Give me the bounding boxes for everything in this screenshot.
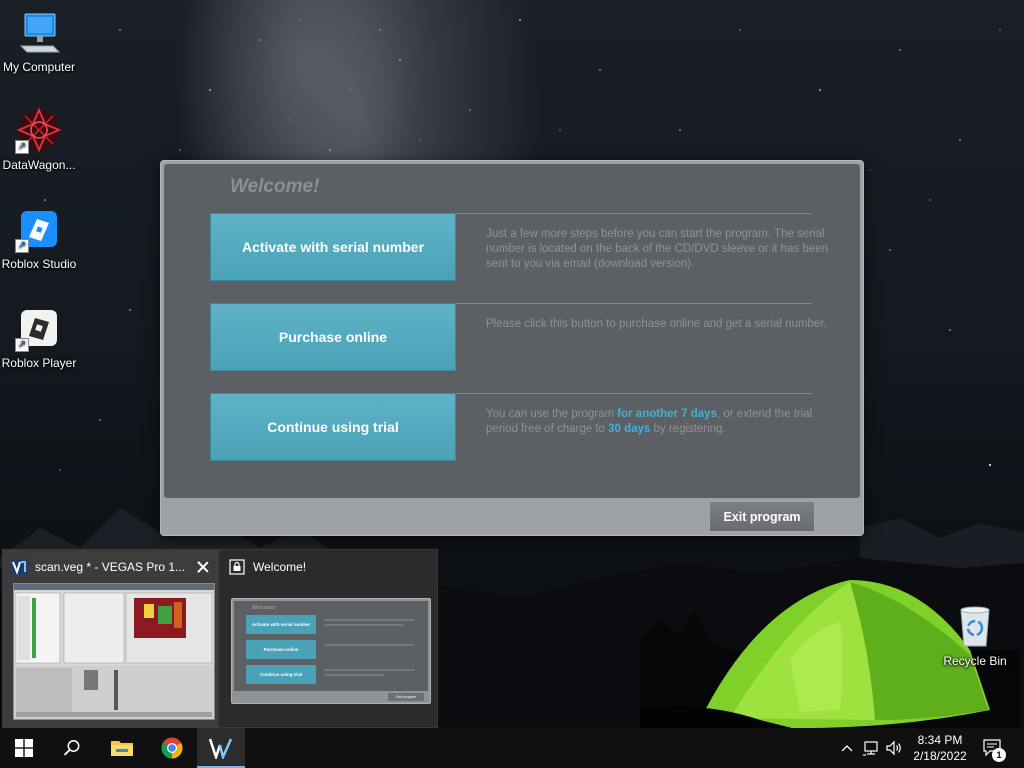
exit-program-button[interactable]: Exit program <box>709 501 815 532</box>
dialog-content-area: Welcome! Activate with serial number Jus… <box>164 164 860 498</box>
roblox-studio-icon: ↗ <box>15 205 63 253</box>
option-row-activate: Activate with serial number Just a few m… <box>210 213 828 281</box>
show-hidden-icons-button[interactable] <box>838 728 856 768</box>
action-center-button[interactable]: 1 <box>978 728 1008 768</box>
desktop-icon-label: Roblox Player <box>1 356 77 370</box>
search-icon <box>63 740 80 756</box>
taskbar: 8:34 PM 2/18/2022 1 <box>0 728 1024 768</box>
preview-trial-button: Continue using trial <box>246 665 316 684</box>
preview-purchase-button: Purchase online <box>246 640 316 659</box>
welcome-dialog: Welcome! Activate with serial number Jus… <box>160 160 864 536</box>
vegas-window-preview <box>13 583 215 720</box>
activate-description: Just a few more steps before you can sta… <box>486 228 828 270</box>
preview-text-line <box>324 619 414 621</box>
chrome-button[interactable] <box>148 728 196 768</box>
purchase-online-button[interactable]: Purchase online <box>210 303 456 371</box>
preview-title: Welcome! <box>252 605 276 611</box>
thumbnail-title: scan.veg * - VEGAS Pro 1... <box>35 560 186 574</box>
dialog-title: Welcome! <box>230 176 320 197</box>
trial-text: by registering. <box>650 423 726 435</box>
extended-days-highlight: 30 days <box>608 423 651 435</box>
computer-icon <box>15 8 63 56</box>
chevron-up-icon <box>841 745 853 752</box>
chrome-icon <box>161 737 183 759</box>
roblox-player-icon: ↗ <box>15 304 63 352</box>
notification-badge: 1 <box>992 748 1006 762</box>
option-row-trial: Continue using trial You can use the pro… <box>210 393 812 461</box>
desktop-icon-label: Recycle Bin <box>943 654 1007 668</box>
shortcut-arrow-icon: ↗ <box>15 338 29 352</box>
desktop-icon-label: DataWagon... <box>2 158 76 172</box>
file-explorer-button[interactable] <box>98 728 146 768</box>
datawagon-icon: ↗ <box>15 106 63 154</box>
thumbnail-vegas-window[interactable]: scan.veg * - VEGAS Pro 1... <box>3 550 219 729</box>
taskbar-thumbnail-panel: scan.veg * - VEGAS Pro 1... Welcome! Wel… <box>2 549 438 729</box>
vegas-icon <box>11 559 27 575</box>
preview-text-line <box>324 669 414 671</box>
network-button[interactable] <box>860 728 882 768</box>
purchase-description: Please click this button to purchase onl… <box>486 318 827 330</box>
trial-description: You can use the program for another 7 da… <box>486 407 828 437</box>
trial-days-highlight: for another 7 days <box>617 408 717 420</box>
windows-logo-icon <box>15 739 33 757</box>
preview-text-line <box>324 644 414 646</box>
trial-text: You can use the program <box>486 408 618 420</box>
taskbar-clock[interactable]: 8:34 PM 2/18/2022 <box>900 732 980 764</box>
vegas-icon <box>209 738 233 759</box>
preview-text-line <box>324 674 384 676</box>
network-icon <box>863 741 878 756</box>
search-button[interactable] <box>48 728 96 768</box>
clock-time: 8:34 PM <box>917 733 963 747</box>
vegas-preview-graphic <box>14 584 214 719</box>
lock-icon <box>229 559 245 575</box>
recycle-bin-icon <box>951 602 999 650</box>
desktop-icon-roblox-studio[interactable]: ↗ Roblox Studio <box>0 205 78 271</box>
desktop-icon-my-computer[interactable]: My Computer <box>0 8 78 74</box>
clock-date: 2/18/2022 <box>913 749 967 763</box>
welcome-window-preview: Welcome! Activate with serial number Pur… <box>231 598 431 704</box>
preview-text-line <box>324 624 404 626</box>
option-row-purchase: Purchase online Please click this button… <box>210 303 827 371</box>
activate-serial-button[interactable]: Activate with serial number <box>210 213 456 281</box>
shortcut-arrow-icon: ↗ <box>15 239 29 253</box>
thumbnail-title: Welcome! <box>253 560 307 574</box>
continue-trial-button[interactable]: Continue using trial <box>210 393 456 461</box>
close-icon[interactable] <box>195 559 211 575</box>
folder-icon <box>111 741 133 756</box>
thumbnail-header: scan.veg * - VEGAS Pro 1... <box>11 558 211 576</box>
desktop-icon-datawagon[interactable]: ↗ DataWagon... <box>0 106 78 172</box>
preview-activate-button: Activate with serial number <box>246 615 316 634</box>
thumbnail-header: Welcome! <box>229 558 429 576</box>
preview-exit-button: Exit program <box>388 693 424 701</box>
desktop-icon-label: My Computer <box>2 60 76 74</box>
start-button[interactable] <box>0 728 48 768</box>
shortcut-arrow-icon: ↗ <box>15 140 29 154</box>
vegas-taskbar-button[interactable] <box>197 728 245 768</box>
desktop-icon-recycle-bin[interactable]: Recycle Bin <box>936 602 1014 668</box>
desktop-icon-roblox-player[interactable]: ↗ Roblox Player <box>0 304 78 370</box>
desktop-icon-label: Roblox Studio <box>1 257 77 271</box>
preview-content: Welcome! Activate with serial number Pur… <box>234 601 428 691</box>
